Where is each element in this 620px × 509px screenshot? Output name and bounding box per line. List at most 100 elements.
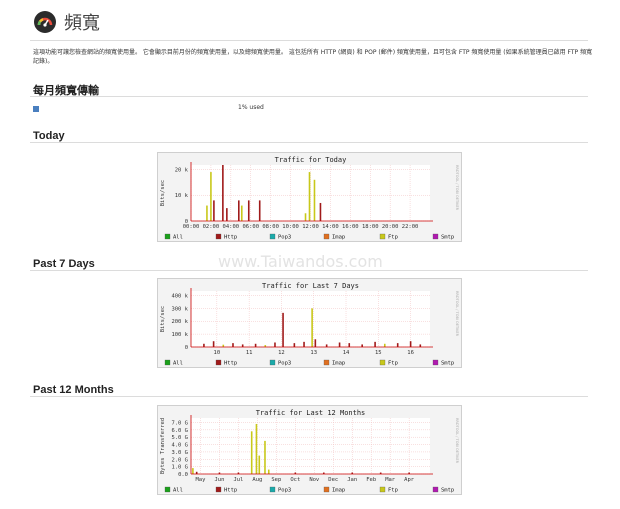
chart-bar [314, 339, 317, 347]
x-tick-label: 13 [310, 350, 317, 356]
y-axis-label: Bits/sec [160, 306, 166, 333]
x-tick-label: 02:00 [203, 224, 220, 230]
chart-bar [254, 343, 257, 347]
y-tick-label: 200 k [171, 319, 188, 325]
legend-label-ftp: Ftp [388, 488, 398, 494]
plot-area [191, 291, 430, 347]
legend-swatch-http [215, 486, 222, 493]
x-tick-label: Jun [214, 477, 224, 483]
y-tick-label: 100 k [171, 332, 188, 338]
rrdtool-label: RRDTOOL / TOBI OETIKER [455, 418, 459, 464]
x-tick-label: Feb [366, 477, 376, 483]
chart-bar [222, 165, 224, 221]
header-divider [30, 40, 588, 41]
y-tick-label: 20 k [175, 167, 189, 173]
x-tick-label: 11 [246, 350, 253, 356]
y-tick-label: 2.0 G [171, 457, 188, 463]
legend-label-all: All [173, 361, 183, 367]
x-tick-label: 16 [407, 350, 414, 356]
legend-label-pop3: Pop3 [278, 235, 291, 241]
usage-meter: 1% used [33, 104, 591, 114]
x-tick-label: May [196, 477, 207, 483]
x-tick-label: 12 [278, 350, 285, 356]
legend-label-ftp: Ftp [388, 235, 398, 241]
y-tick-label: 6.0 G [171, 428, 188, 434]
legend-label-all: All [173, 488, 183, 494]
usage-fill [33, 106, 39, 112]
x-tick-label: 08:00 [262, 224, 279, 230]
y-tick-label: 7.0 G [171, 420, 188, 426]
chart-bar [313, 179, 316, 221]
y-tick-label: 3.0 G [171, 450, 188, 456]
chart-bar [267, 469, 270, 474]
chart-bar [210, 172, 212, 221]
page-description: 這項功能可讓您檢查網站的頻寬使用量。 它會顯示目前月份的頻寬使用量，以及總頻寬使… [33, 49, 593, 65]
watermark: www.Taiwandos.com [218, 252, 383, 271]
chart-bar [212, 341, 215, 347]
legend-label-smtp: Smtp [441, 235, 454, 241]
y-tick-label: 400 k [171, 293, 188, 299]
chart-bar [264, 440, 266, 474]
legend-swatch-imap [323, 486, 330, 493]
x-tick-label: Jan [347, 477, 357, 483]
chart-bar [247, 200, 250, 221]
legend-label-pop3: Pop3 [278, 488, 291, 494]
x-tick-label: Jul [233, 477, 243, 483]
y-tick-label: 0 [185, 345, 188, 351]
legend-label-smtp: Smtp [441, 361, 454, 367]
y-tick-label: 0.0 [178, 472, 188, 478]
legend-swatch-smtp [432, 233, 439, 240]
chart-bar [409, 341, 412, 347]
y-axis-label: Bits/sec [160, 180, 166, 207]
legend-swatch-ftp [379, 233, 386, 240]
chart-bar [226, 208, 228, 221]
chart-bar [203, 343, 205, 347]
legend-swatch-imap [323, 359, 330, 366]
legend-label-all: All [173, 235, 183, 241]
chart-bar [258, 455, 261, 474]
page-title: 頻寬 [64, 13, 100, 34]
x-tick-label: 10:00 [282, 224, 299, 230]
chart-title: Traffic for Today [275, 156, 347, 164]
y-tick-label: 1.0 G [171, 465, 188, 471]
chart-bar [240, 205, 243, 221]
legend-label-imap: Imap [332, 235, 345, 241]
y-axis-label: Bytes Transferred [160, 418, 166, 474]
x-tick-label: Apr [404, 477, 415, 483]
x-tick-label: 20:00 [382, 224, 399, 230]
section-title-7days: Past 7 Days [33, 258, 95, 270]
legend-label-smtp: Smtp [441, 488, 454, 494]
legend-swatch-ftp [379, 359, 386, 366]
legend-swatch-smtp [432, 359, 439, 366]
legend-swatch-pop3 [269, 359, 276, 366]
section-title-12months: Past 12 Months [33, 384, 114, 396]
x-tick-label: Aug [252, 477, 262, 483]
x-tick-label: 04:00 [223, 224, 240, 230]
chart-bar [213, 200, 215, 221]
legend-swatch-imap [323, 233, 330, 240]
chart-title: Traffic for Last 7 Days [262, 282, 359, 290]
legend-swatch-pop3 [269, 486, 276, 493]
chart-bar [282, 312, 284, 347]
usage-bar [33, 106, 591, 112]
chart-bar [308, 172, 311, 221]
usage-text: 1% used [238, 104, 264, 111]
chart-bar [304, 213, 307, 221]
section-divider-today [30, 142, 588, 143]
legend-swatch-ftp [379, 486, 386, 493]
x-tick-label: 06:00 [242, 224, 259, 230]
chart-title: Traffic for Last 12 Months [256, 409, 366, 417]
y-tick-label: 5.0 G [171, 435, 188, 441]
traffic-chart-12months: 0.0 1.0 G 2.0 G 3.0 G 4.0 G 5.0 G 6.0 G 7.0 G Ma… [157, 405, 462, 495]
x-tick-label: Nov [309, 477, 320, 483]
chart-bar [311, 308, 313, 347]
legend-label-http: Http [224, 488, 237, 494]
legend-label-imap: Imap [332, 361, 345, 367]
x-tick-label: 10 [214, 350, 221, 356]
x-tick-label: Mar [385, 477, 396, 483]
legend-swatch-http [215, 233, 222, 240]
legend-label-pop3: Pop3 [278, 361, 291, 367]
chart-bar [383, 343, 386, 347]
legend-label-imap: Imap [332, 488, 345, 494]
x-tick-label: 16:00 [342, 224, 359, 230]
